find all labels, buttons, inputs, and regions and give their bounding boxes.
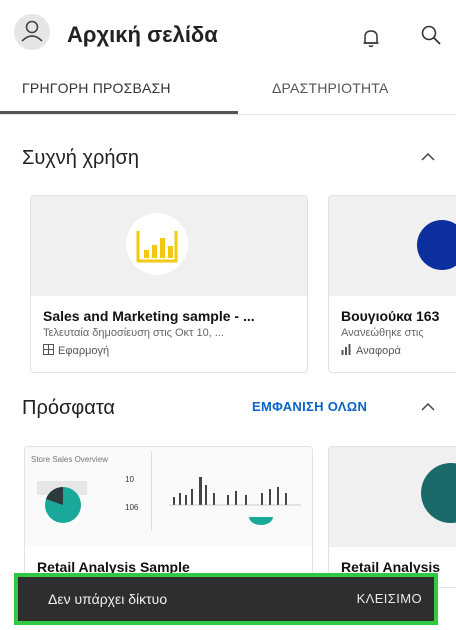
recent-card-retail-analysis[interactable]: Store Sales Overview 10 106 Retail Analy…: [24, 446, 313, 588]
card-title: Βουγιούκα 163: [341, 308, 440, 324]
card-subtitle: Τελευταία δημοσίευση στις Οκτ 10, ...: [43, 327, 224, 339]
snackbar-message: Δεν υπάρχει δίκτυο: [48, 591, 168, 607]
thumbnail-title: Store Sales Overview: [31, 455, 108, 464]
pie-chart-icon: [45, 486, 81, 523]
snackbar-close-button[interactable]: ΚΛΕΙΣΙΜΟ: [357, 591, 422, 606]
bell-icon[interactable]: [362, 28, 380, 48]
card-type-label: Εφαρμογή: [58, 345, 110, 357]
thumbnail-kpi-1: 10: [125, 475, 134, 484]
tab-quick-access[interactable]: ΓΡΗΓΟΡΗ ΠΡΟΣΒΑΣΗ: [22, 80, 171, 96]
card-type: Αναφορά: [341, 344, 401, 357]
report-thumbnail-circle: [421, 463, 456, 523]
frequent-section-title: Συχνή χρήση: [22, 147, 139, 169]
card-type-label: Αναφορά: [356, 345, 401, 357]
card-title: Sales and Marketing sample - ...: [43, 308, 255, 324]
thumbnail-divider: [151, 451, 152, 531]
recent-section-title: Πρόσφατα: [22, 397, 115, 419]
see-all-link[interactable]: ΕΜΦΑΝΙΣΗ ΟΛΩΝ: [252, 399, 367, 414]
page-title: Αρχική σελίδα: [67, 22, 218, 47]
frequent-card-report[interactable]: Βουγιούκα 163 Ανανεώθηκε στις Αναφορά: [328, 195, 456, 373]
chevron-up-icon[interactable]: [421, 152, 435, 162]
frequent-card-sales-marketing[interactable]: Sales and Marketing sample - ... Τελευτα…: [30, 195, 308, 373]
thumbnail-bar-chart: [169, 477, 301, 525]
card-subtitle: Ανανεώθηκε στις: [341, 327, 424, 339]
avatar[interactable]: [14, 14, 50, 50]
report-thumbnail: Store Sales Overview 10 106: [25, 447, 312, 547]
thumbnail-kpi-2: 106: [125, 503, 139, 512]
powerbi-logo: [126, 213, 188, 275]
report-thumbnail-circle: [417, 220, 456, 270]
recent-card-retail-analysis-2[interactable]: Retail Analysis: [328, 446, 456, 588]
search-icon[interactable]: [420, 24, 442, 46]
card-thumbnail: [329, 196, 456, 296]
tab-activity[interactable]: ΔΡΑΣΤΗΡΙΟΤΗΤΑ: [272, 80, 389, 96]
powerbi-icon: [136, 231, 178, 263]
card-thumbnail: [31, 196, 307, 296]
person-icon: [21, 20, 43, 42]
chevron-up-icon[interactable]: [421, 402, 435, 412]
offline-snackbar: Δεν υπάρχει δίκτυο ΚΛΕΙΣΙΜΟ: [14, 573, 438, 625]
card-type: Εφαρμογή: [43, 344, 109, 357]
report-icon: [341, 344, 351, 355]
tab-divider: [0, 114, 456, 115]
card-thumbnail: [329, 447, 456, 547]
app-icon: [43, 344, 54, 355]
